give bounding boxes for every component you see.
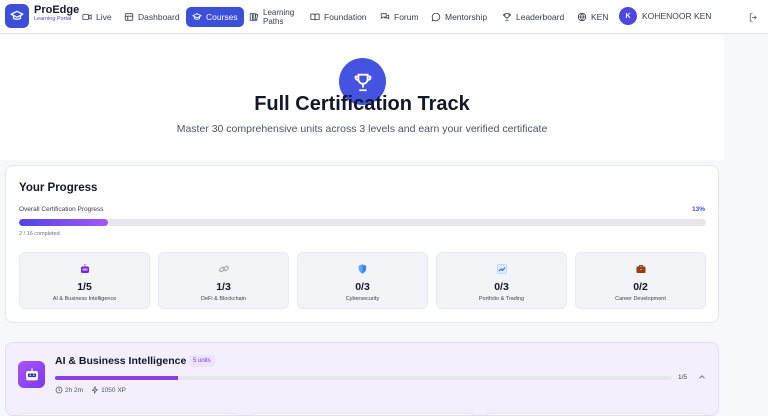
course-duration: 2h 2m (55, 386, 83, 394)
overall-progress-bar (19, 219, 706, 226)
level-count: 0/3 (494, 281, 509, 293)
dashboard-icon (124, 13, 134, 21)
level-card-portfolio[interactable]: 0/3 Portfolio & Trading (436, 252, 567, 309)
chart-up-icon (437, 262, 566, 276)
course-xp: 1050 XP (91, 386, 126, 394)
nav-forum[interactable]: Forum (380, 7, 419, 27)
course-progress-fill (55, 376, 179, 380)
nav-foundation-label: Foundation (324, 12, 367, 22)
avatar[interactable]: K (619, 7, 637, 25)
chat-bubbles-icon (380, 13, 390, 20)
nav-live[interactable]: Live (82, 7, 112, 27)
level-card-defi[interactable]: 1/3 DeFi & Blockchain (158, 252, 289, 309)
page-title: Full Certification Track (254, 93, 470, 115)
course-card-ai[interactable]: AI & Business Intelligence 5 units 1/5 2… (5, 342, 719, 416)
level-count: 0/3 (355, 281, 370, 293)
level-card-cybersecurity[interactable]: 0/3 Cybersecurity (297, 252, 428, 309)
brand[interactable]: ProEdge Learning Portal (34, 5, 79, 23)
nav-learning-paths-line1: Learning (263, 7, 295, 17)
video-icon (82, 14, 92, 20)
nav-leaderboard[interactable]: Leaderboard (502, 7, 564, 27)
chevron-up-icon (699, 375, 705, 379)
nav-dashboard[interactable]: Dashboard (124, 7, 180, 27)
progress-title: Your Progress (19, 182, 98, 194)
course-progress-bar (55, 376, 672, 380)
page-subtitle: Master 30 comprehensive units across 3 l… (176, 123, 548, 135)
hero-section: Full Certification Track Master 30 compr… (0, 35, 724, 160)
course-duration-value: 2h 2m (65, 386, 84, 394)
nav-dashboard-label: Dashboard (138, 12, 180, 22)
clock-icon (55, 386, 63, 394)
level-card-career[interactable]: 0/2 Career Development (575, 252, 706, 309)
books-icon (249, 13, 259, 21)
overall-progress-fill (19, 219, 109, 226)
trophy-icon (503, 13, 511, 22)
user-name[interactable]: KOHENOOR KEN (642, 11, 711, 21)
overall-progress-label: Overall Certification Progress (19, 206, 104, 213)
nav-learning-paths-label: Learning Paths (263, 8, 294, 26)
level-name: DeFi & Blockchain (201, 296, 246, 302)
shield-icon (298, 262, 427, 276)
graduation-cap-icon (10, 10, 24, 20)
message-circle-icon (431, 12, 441, 22)
course-xp-value: 1050 XP (101, 386, 127, 394)
robot-icon (18, 361, 45, 388)
units-badge: 5 units (189, 355, 215, 367)
completed-count: 2 / 16 completed (19, 231, 60, 237)
nav-mentorship-label: Mentorship (445, 12, 488, 22)
level-count: 1/5 (77, 281, 92, 293)
progress-card: Your Progress Overall Certification Prog… (5, 165, 719, 323)
level-name: Cybersecurity (345, 296, 380, 302)
graduation-cap-icon (192, 13, 202, 20)
nav-live-label: Live (96, 12, 112, 22)
course-title: AI & Business Intelligence (55, 355, 187, 367)
nav-courses[interactable]: Courses (186, 7, 244, 27)
nav-language-label: KEN (591, 12, 609, 22)
course-progress-fraction: 1/5 (678, 374, 688, 381)
brand-logo[interactable] (5, 4, 29, 28)
trophy-icon (354, 73, 371, 91)
level-card-ai[interactable]: 1/5 AI & Business Intelligence (19, 252, 150, 309)
robot-icon (20, 262, 149, 276)
nav-mentorship[interactable]: Mentorship (431, 7, 487, 27)
nav-learning-paths[interactable]: Learning Paths (249, 5, 294, 29)
nav-language[interactable]: KEN (577, 7, 608, 27)
logout-icon (749, 13, 757, 22)
book-open-icon (310, 13, 320, 21)
level-count: 0/2 (633, 281, 648, 293)
brand-name: ProEdge (34, 4, 80, 16)
collapse-button[interactable] (697, 369, 707, 387)
nav-learning-paths-line2: Paths (263, 17, 284, 26)
level-count: 1/3 (216, 281, 231, 293)
course-meta: 2h 2m 1050 XP (55, 386, 134, 394)
nav-foundation[interactable]: Foundation (310, 7, 367, 27)
level-name: Portfolio & Trading (478, 296, 525, 302)
level-grid: 1/5 AI & Business Intelligence 1/3 DeFi … (19, 252, 706, 309)
nav-leaderboard-label: Leaderboard (516, 12, 565, 22)
level-name: AI & Business Intelligence (52, 296, 117, 302)
nav-forum-label: Forum (394, 12, 419, 22)
nav-courses-label: Courses (206, 12, 238, 22)
overall-progress-percent: 13% (691, 206, 705, 213)
lightning-icon (92, 386, 98, 394)
top-navbar: ProEdge Learning Portal Live Dashboard C… (0, 0, 768, 34)
logout-button[interactable] (748, 10, 759, 28)
chain-link-icon (159, 262, 288, 276)
level-name: Career Development (615, 296, 666, 302)
brand-subtitle: Learning Portal (34, 16, 72, 22)
globe-icon (577, 12, 587, 22)
briefcase-icon (576, 262, 705, 276)
